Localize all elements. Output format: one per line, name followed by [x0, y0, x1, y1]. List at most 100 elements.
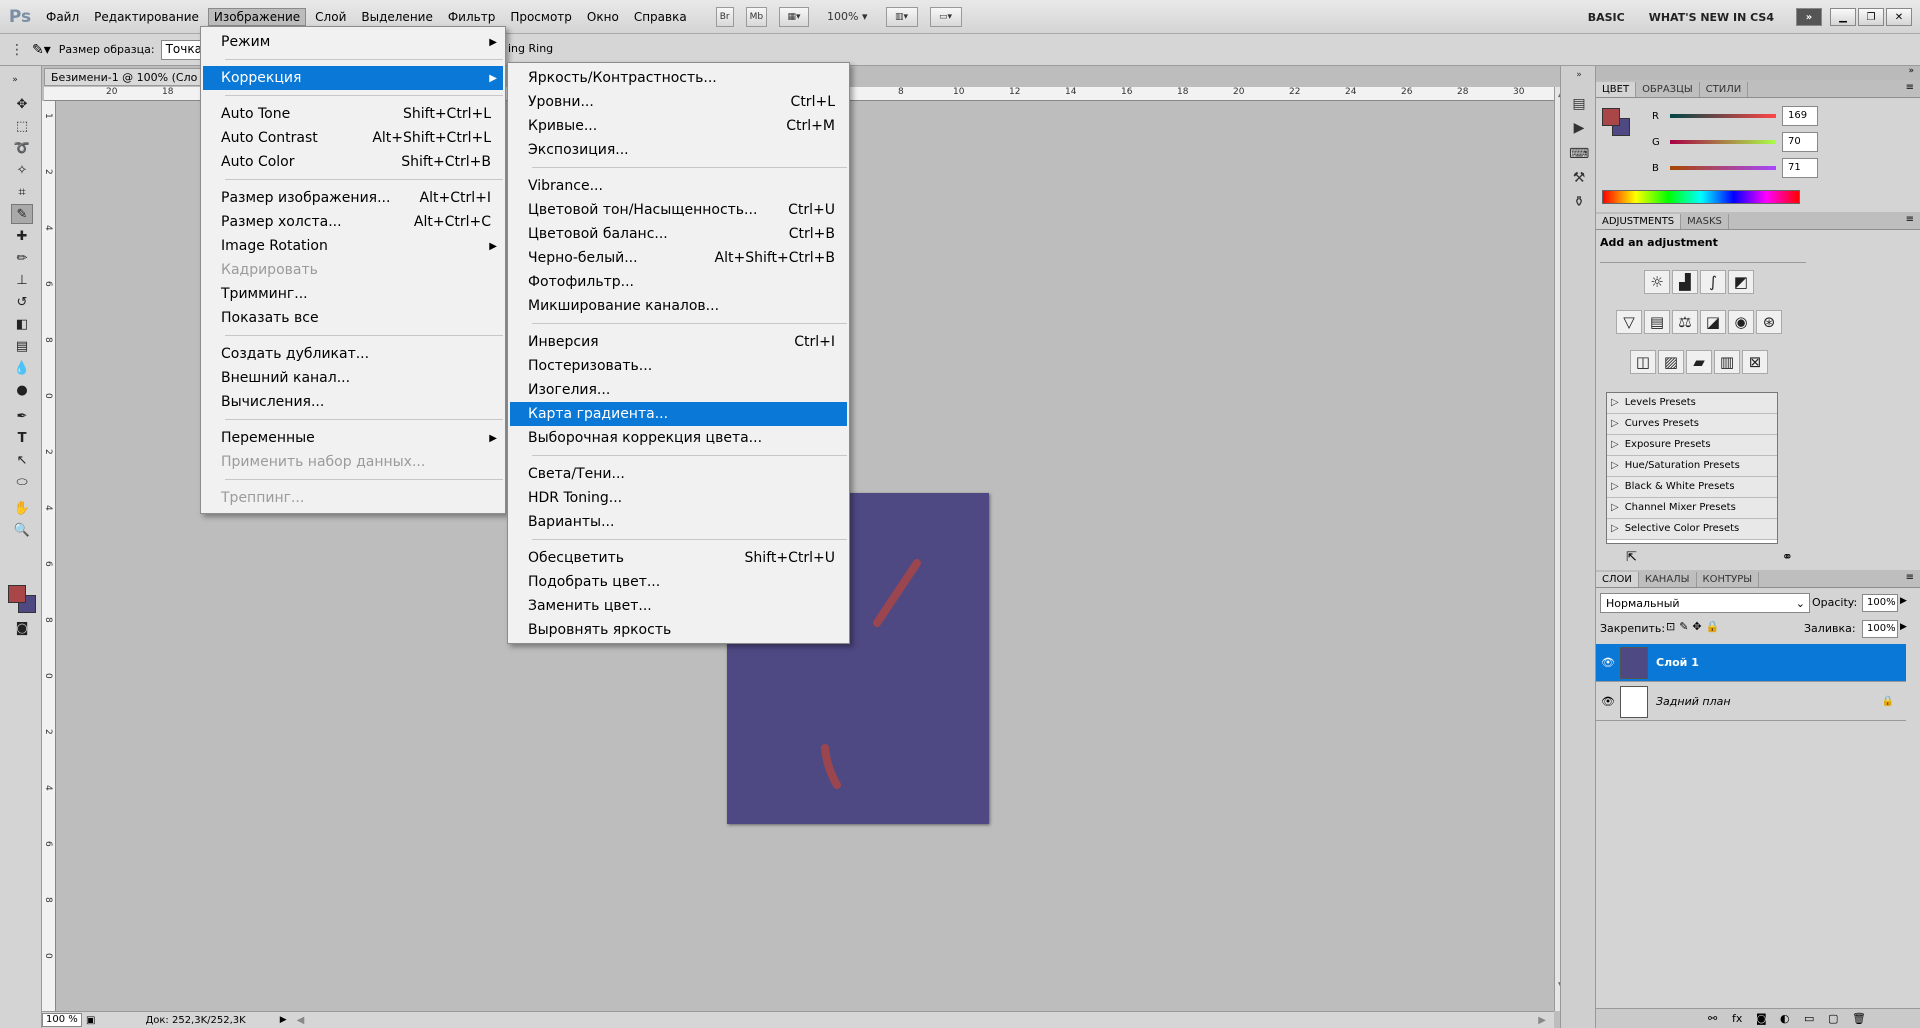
- menu-item-variations[interactable]: Варианты...: [510, 510, 847, 534]
- dodge-tool-icon[interactable]: ●: [11, 380, 33, 400]
- layer-name[interactable]: Слой 1: [1656, 656, 1699, 669]
- close-button[interactable]: ✕: [1886, 8, 1912, 26]
- menu-item-variables[interactable]: Переменные ▶: [203, 426, 503, 450]
- menu-item-image-size[interactable]: Размер изображения... Alt+Ctrl+I: [203, 186, 503, 210]
- lasso-tool-icon[interactable]: ➰: [11, 138, 33, 158]
- invert-icon[interactable]: ◫: [1630, 350, 1656, 374]
- menu-item-gradient-map[interactable]: Карта градиента...: [510, 402, 847, 426]
- layer-name[interactable]: Задний план: [1656, 695, 1731, 708]
- preset-levels[interactable]: ▷ Levels Presets: [1607, 393, 1777, 414]
- panel-foreground-swatch[interactable]: [1602, 108, 1620, 126]
- tab-color[interactable]: ЦВЕТ: [1596, 82, 1637, 97]
- preset-curves[interactable]: ▷ Curves Presets: [1607, 414, 1777, 435]
- pen-tool-icon[interactable]: ✒: [11, 406, 33, 426]
- panel-menu-icon[interactable]: ≡: [1906, 82, 1914, 93]
- menu-item-threshold[interactable]: Изогелия...: [510, 378, 847, 402]
- workspace-whats-new[interactable]: WHAT'S NEW IN CS4: [1649, 11, 1774, 24]
- menu-item-vibrance[interactable]: Vibrance...: [510, 174, 847, 198]
- eraser-tool-icon[interactable]: ◧: [11, 314, 33, 334]
- menu-item-levels[interactable]: Уровни... Ctrl+L: [510, 90, 847, 114]
- scroll-right-icon[interactable]: ▶: [1538, 1015, 1546, 1026]
- menu-item-calculations[interactable]: Вычисления...: [203, 390, 503, 414]
- arrange-documents-button[interactable]: ▥▾: [885, 6, 918, 27]
- blue-value-field[interactable]: 71: [1782, 158, 1818, 178]
- levels-icon[interactable]: ▟: [1672, 270, 1698, 294]
- menu-help[interactable]: Справка: [628, 8, 693, 26]
- preset-channel-mixer[interactable]: ▷ Channel Mixer Presets: [1607, 498, 1777, 519]
- layer-style-icon[interactable]: fx: [1732, 1012, 1742, 1025]
- vibrance-icon[interactable]: ▽: [1616, 310, 1642, 334]
- menu-item-auto-tone[interactable]: Auto Tone Shift+Ctrl+L: [203, 102, 503, 126]
- lock-icons[interactable]: ⊡✎✥🔒: [1666, 620, 1723, 633]
- actions-panel-icon[interactable]: ▶: [1569, 120, 1589, 138]
- menu-layer[interactable]: Слой: [309, 8, 352, 26]
- eyedropper-tool-icon[interactable]: ✎: [11, 204, 33, 224]
- quick-mask-icon[interactable]: ◙: [11, 618, 33, 638]
- menu-item-reveal-all[interactable]: Показать все: [203, 306, 503, 330]
- screen-mode-button[interactable]: ▭▾: [929, 6, 962, 27]
- menu-item-brightness-contrast[interactable]: Яркость/Контрастность...: [510, 66, 847, 90]
- blur-tool-icon[interactable]: 💧: [11, 358, 33, 378]
- blend-mode-select[interactable]: Нормальный ⌄: [1600, 593, 1810, 613]
- fill-field[interactable]: 100%: [1862, 620, 1898, 638]
- green-value-field[interactable]: 70: [1782, 132, 1818, 152]
- red-value-field[interactable]: 169: [1782, 106, 1818, 126]
- workspace-more-button[interactable]: »: [1796, 8, 1822, 26]
- brightness-icon[interactable]: ☼: [1644, 270, 1670, 294]
- menu-item-duplicate[interactable]: Создать дубликат...: [203, 342, 503, 366]
- hue-saturation-icon[interactable]: ▤: [1644, 310, 1670, 334]
- view-extras-button[interactable]: ▦▾: [779, 6, 810, 27]
- brush-tool-icon[interactable]: ✏: [11, 248, 33, 268]
- menu-item-color-balance[interactable]: Цветовой баланс... Ctrl+B: [510, 222, 847, 246]
- document-tab[interactable]: Безимени-1 @ 100% (Сло: [44, 68, 204, 86]
- preset-selective-color[interactable]: ▷ Selective Color Presets: [1607, 519, 1777, 540]
- move-tool-icon[interactable]: ✥: [11, 94, 33, 114]
- selective-color-icon[interactable]: ⊠: [1742, 350, 1768, 374]
- color-spectrum-bar[interactable]: [1602, 190, 1800, 204]
- menu-item-trim[interactable]: Тримминг...: [203, 282, 503, 306]
- marquee-tool-icon[interactable]: ⬚: [11, 116, 33, 136]
- menu-window[interactable]: Окно: [581, 8, 625, 26]
- gradient-map-icon[interactable]: ▥: [1714, 350, 1740, 374]
- color-balance-icon[interactable]: ⚖: [1672, 310, 1698, 334]
- tab-adjustments[interactable]: ADJUSTMENTS: [1596, 214, 1682, 229]
- preset-hue-saturation[interactable]: ▷ Hue/Saturation Presets: [1607, 456, 1777, 477]
- workspace-basic[interactable]: BASIC: [1588, 11, 1625, 24]
- foreground-color-swatch[interactable]: [8, 585, 26, 603]
- zoom-tool-icon[interactable]: 🔍: [11, 520, 33, 540]
- green-slider[interactable]: [1670, 140, 1776, 144]
- menu-item-image-rotation[interactable]: Image Rotation ▶: [203, 234, 503, 258]
- menu-item-channel-mixer[interactable]: Микширование каналов...: [510, 294, 847, 318]
- clone-source-icon[interactable]: ⚱: [1569, 194, 1589, 212]
- menu-item-exposure[interactable]: Экспозиция...: [510, 138, 847, 162]
- path-selection-tool-icon[interactable]: ↖: [11, 450, 33, 470]
- curves-icon[interactable]: ∫: [1700, 270, 1726, 294]
- mini-bridge-button[interactable]: Mb: [745, 6, 768, 27]
- minimize-button[interactable]: ▁: [1830, 8, 1856, 26]
- clone-stamp-tool-icon[interactable]: ⊥: [11, 270, 33, 290]
- preset-black-white[interactable]: ▷ Black & White Presets: [1607, 477, 1777, 498]
- new-group-icon[interactable]: ▭: [1804, 1012, 1814, 1025]
- menu-item-shadows-highlights[interactable]: Света/Тени...: [510, 462, 847, 486]
- menu-item-curves[interactable]: Кривые... Ctrl+M: [510, 114, 847, 138]
- menu-edit[interactable]: Редактирование: [88, 8, 205, 26]
- tab-styles[interactable]: СТИЛИ: [1700, 82, 1749, 97]
- history-brush-tool-icon[interactable]: ↺: [11, 292, 33, 312]
- tab-masks[interactable]: MASKS: [1681, 214, 1729, 229]
- menu-item-posterize[interactable]: Постеризовать...: [510, 354, 847, 378]
- red-slider[interactable]: [1670, 114, 1776, 118]
- menu-item-selective-color[interactable]: Выборочная коррекция цвета...: [510, 426, 847, 450]
- menu-item-hdr-toning[interactable]: HDR Toning...: [510, 486, 847, 510]
- posterize-icon[interactable]: ▨: [1658, 350, 1684, 374]
- visibility-eye-icon[interactable]: 👁: [1596, 656, 1620, 669]
- menu-item-equalize[interactable]: Выровнять яркость: [510, 618, 847, 642]
- delete-layer-icon[interactable]: 🗑: [1852, 1012, 1866, 1025]
- photo-filter-icon[interactable]: ◉: [1728, 310, 1754, 334]
- return-to-list-icon[interactable]: ⇱: [1626, 550, 1637, 565]
- clip-layer-icon[interactable]: ⚭: [1782, 550, 1793, 565]
- link-layers-icon[interactable]: ⚯: [1708, 1012, 1717, 1025]
- menu-file[interactable]: Файл: [40, 8, 85, 26]
- menu-item-replace-color[interactable]: Заменить цвет...: [510, 594, 847, 618]
- visibility-eye-icon[interactable]: 👁: [1596, 695, 1620, 708]
- eyedropper-preset-icon[interactable]: ✎▾: [32, 42, 51, 58]
